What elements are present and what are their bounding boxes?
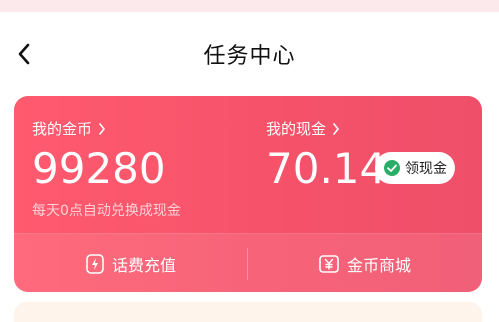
my-coins-label: 我的金币	[32, 120, 93, 138]
page-title: 任务中心	[203, 44, 296, 69]
lightning-icon	[86, 253, 104, 274]
my-cash-link[interactable]: 我的现金	[266, 118, 340, 139]
claim-cash-label: 领现金	[405, 161, 447, 177]
coin-exchange-note: 每天0点自动兑换成现金	[32, 203, 181, 219]
wechat-pay-icon	[384, 160, 400, 176]
coin-mall-button[interactable]: 金币商城	[248, 234, 482, 292]
chevron-right-icon	[99, 122, 105, 135]
cash-balance: 70.14	[266, 144, 387, 193]
phone-recharge-label: 话费充值	[111, 255, 176, 275]
page-header: 任务中心	[0, 22, 499, 86]
claim-cash-button[interactable]: 领现金	[375, 152, 455, 184]
status-bar-tint	[0, 0, 499, 12]
my-coins-link[interactable]: 我的金币	[32, 118, 106, 139]
wallet-card: 我的金币 99280 每天0点自动兑换成现金 我的现金 70.14 领现金 话费…	[14, 96, 482, 292]
my-cash-label: 我的现金	[266, 120, 327, 138]
chevron-right-icon	[333, 122, 339, 135]
coin-mall-label: 金币商城	[346, 255, 411, 275]
quick-actions-bar: 话费充值 金币商城	[14, 233, 482, 292]
phone-recharge-button[interactable]: 话费充值	[14, 234, 248, 292]
coin-balance: 99280	[32, 144, 166, 193]
yen-icon	[319, 254, 339, 273]
next-card-edge	[14, 302, 482, 322]
